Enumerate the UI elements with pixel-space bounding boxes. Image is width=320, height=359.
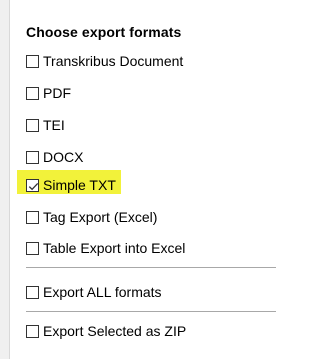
panel-title: Choose export formats <box>26 24 182 40</box>
checkbox[interactable] <box>26 285 39 299</box>
export-formats-panel: Choose export formats Transkribus Docume… <box>0 0 290 359</box>
option-table-export-excel[interactable]: Table Export into Excel <box>26 237 185 259</box>
option-label: Tag Export (Excel) <box>43 209 158 225</box>
option-label: Export ALL formats <box>43 284 162 300</box>
option-transkribus-document[interactable]: Transkribus Document <box>26 50 183 72</box>
checkbox[interactable] <box>26 54 39 68</box>
option-label: Transkribus Document <box>43 53 184 69</box>
option-pdf[interactable]: PDF <box>26 82 71 104</box>
option-label: PDF <box>43 85 71 101</box>
option-label: Export Selected as ZIP <box>43 323 187 339</box>
divider <box>26 311 276 312</box>
checkbox-checked[interactable] <box>26 178 39 192</box>
option-label: DOCX <box>43 149 84 165</box>
option-label: Simple TXT <box>43 177 116 193</box>
option-export-selected-zip[interactable]: Export Selected as ZIP <box>26 320 186 342</box>
divider <box>26 267 276 268</box>
checkmark-icon <box>28 182 39 190</box>
option-export-all[interactable]: Export ALL formats <box>26 281 162 303</box>
checkbox[interactable] <box>26 210 39 224</box>
option-label: TEI <box>43 117 65 133</box>
checkbox[interactable] <box>26 86 39 100</box>
option-simple-txt[interactable]: Simple TXT <box>26 174 116 196</box>
option-tei[interactable]: TEI <box>26 114 65 136</box>
checkbox[interactable] <box>26 150 39 164</box>
option-docx[interactable]: DOCX <box>26 146 83 168</box>
checkbox[interactable] <box>26 324 39 338</box>
checkbox[interactable] <box>26 118 39 132</box>
option-tag-export-excel[interactable]: Tag Export (Excel) <box>26 206 157 228</box>
option-label: Table Export into Excel <box>43 240 186 256</box>
checkbox[interactable] <box>26 241 39 255</box>
left-edge-strip <box>0 0 10 359</box>
